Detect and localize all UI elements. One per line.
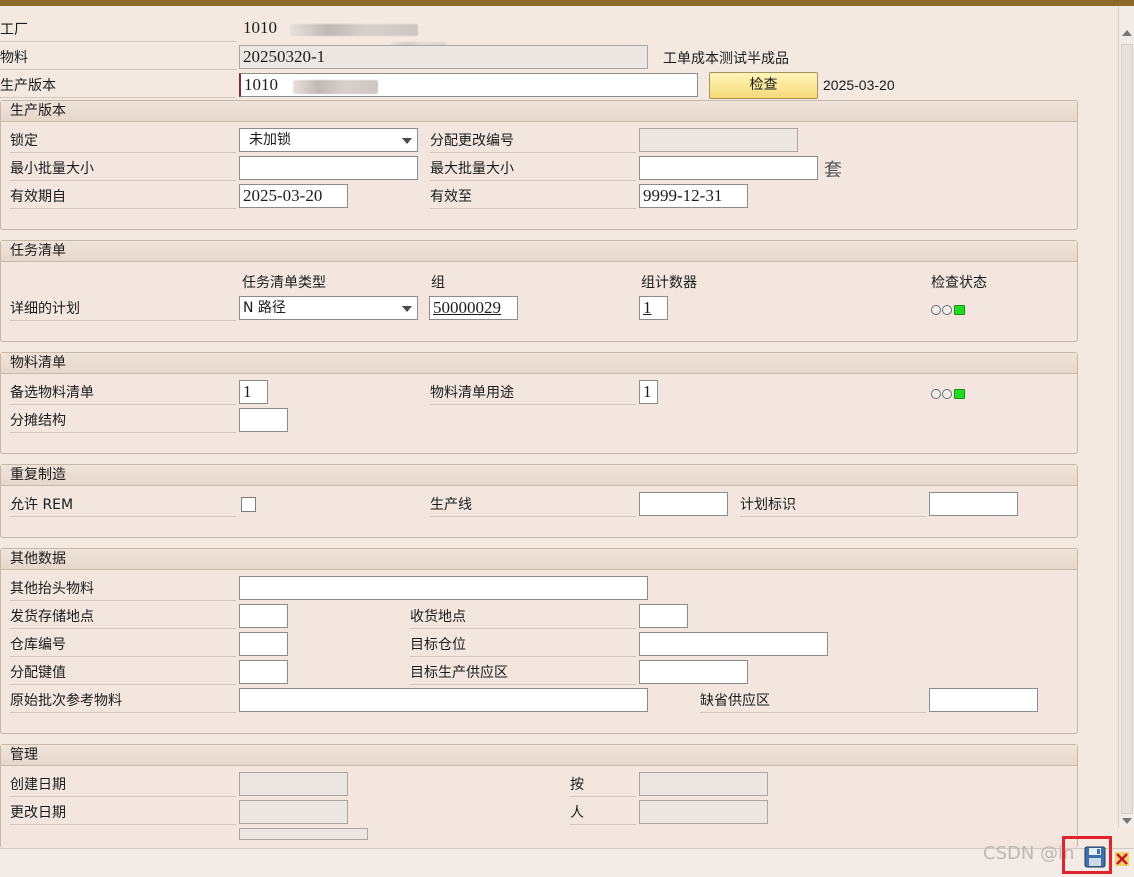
change-number-field	[639, 128, 798, 152]
other-header-material-label: 其他抬头物料	[10, 576, 236, 601]
check-status-header: 检查状态	[931, 275, 987, 291]
allow-rem-label: 允许 REM	[10, 492, 236, 517]
material-label: 物料	[0, 45, 236, 70]
cancel-icon[interactable]	[1114, 850, 1130, 868]
group-field[interactable]: 50000029	[429, 296, 518, 320]
light-off-icon	[942, 305, 952, 315]
detailed-plan-label: 详细的计划	[10, 296, 236, 321]
target-bin-label: 目标仓位	[410, 632, 636, 657]
status-bar	[0, 848, 1134, 877]
material-field: 20250320-1	[239, 45, 648, 69]
task-list-type-header: 任务清单类型	[242, 275, 326, 291]
valid-to-label: 有效至	[430, 184, 636, 209]
chevron-down-icon	[402, 138, 412, 144]
receiving-point-field[interactable]	[639, 604, 688, 628]
default-supply-area-field[interactable]	[929, 688, 1038, 712]
group-header: 组	[431, 275, 445, 291]
production-line-field[interactable]	[639, 492, 728, 516]
valid-from-label: 有效期自	[10, 184, 236, 209]
apportion-label: 分摊结构	[10, 408, 236, 433]
changed-by-label: 人	[570, 800, 636, 825]
production-version-group-title: 生产版本	[1, 101, 1077, 122]
task-list-type-select[interactable]: N 路径	[239, 296, 418, 320]
allow-rem-checkbox[interactable]	[241, 497, 256, 512]
check-date: 2025-03-20	[823, 77, 895, 93]
plan-id-label: 计划标识	[740, 492, 926, 517]
plant-label: 工厂	[0, 17, 236, 42]
bom-status-lights-icon	[931, 389, 967, 400]
alt-bom-field[interactable]: 1	[239, 380, 268, 404]
target-supply-area-label: 目标生产供应区	[410, 660, 636, 685]
task-list-group-title: 任务清单	[1, 241, 1077, 262]
plant-name-redacted	[290, 24, 418, 36]
scroll-down-icon[interactable]	[1122, 818, 1132, 824]
lock-label: 锁定	[10, 128, 236, 153]
apportion-field[interactable]	[239, 408, 288, 432]
change-number-label: 分配更改编号	[430, 128, 636, 153]
warehouse-number-field[interactable]	[239, 632, 288, 656]
light-green-icon	[954, 389, 965, 399]
target-supply-area-field[interactable]	[639, 660, 748, 684]
created-date-field	[239, 772, 348, 796]
task-list-group: 任务清单	[0, 240, 1078, 342]
vertical-scrollbar[interactable]	[1118, 6, 1134, 828]
version-name-redacted	[293, 80, 378, 94]
admin-group-title: 管理	[1, 745, 1077, 766]
default-supply-area-label: 缺省供应区	[700, 688, 926, 713]
original-batch-material-label: 原始批次参考物料	[10, 688, 236, 713]
scroll-up-icon[interactable]	[1122, 30, 1132, 36]
valid-to-field[interactable]: 9999-12-31	[639, 184, 748, 208]
issue-storage-location-label: 发货存储地点	[10, 604, 236, 629]
changed-by-field	[639, 800, 768, 824]
bom-group-title: 物料清单	[1, 353, 1077, 374]
created-by-field	[639, 772, 768, 796]
bom-usage-field[interactable]: 1	[639, 380, 658, 404]
window-top-border	[0, 0, 1134, 6]
created-date-label: 创建日期	[10, 772, 236, 797]
watermark-text: CSDN @in	[983, 843, 1075, 864]
original-batch-material-field[interactable]	[239, 688, 648, 712]
max-lot-label: 最大批量大小	[430, 156, 636, 181]
plant-value: 1010	[243, 18, 277, 37]
rem-group-title: 重复制造	[1, 465, 1077, 486]
production-line-label: 生产线	[430, 492, 636, 517]
min-lot-label: 最小批量大小	[10, 156, 236, 181]
issue-storage-location-field[interactable]	[239, 604, 288, 628]
unit-label: 套	[824, 160, 842, 181]
light-off-icon	[931, 389, 941, 399]
light-off-icon	[931, 305, 941, 315]
lock-select[interactable]: 未加锁	[239, 128, 418, 152]
other-header-material-field[interactable]	[239, 576, 648, 600]
valid-from-field[interactable]: 2025-03-20	[239, 184, 348, 208]
changed-date-field	[239, 800, 348, 824]
other-data-group-title: 其他数据	[1, 549, 1077, 570]
max-lot-field[interactable]	[639, 156, 818, 180]
light-off-icon	[942, 389, 952, 399]
bom-usage-label: 物料清单用途	[430, 380, 636, 405]
cut-off-field	[239, 828, 368, 840]
group-counter-field[interactable]: 1	[639, 296, 668, 320]
min-lot-field[interactable]	[239, 156, 418, 180]
warehouse-number-label: 仓库编号	[10, 632, 236, 657]
group-counter-header: 组计数器	[641, 275, 697, 291]
check-button[interactable]: 检查	[709, 72, 818, 99]
distribution-key-field[interactable]	[239, 660, 288, 684]
plan-id-field[interactable]	[929, 492, 1018, 516]
scrollbar-thumb[interactable]	[1121, 44, 1133, 814]
task-list-status-lights-icon	[931, 305, 967, 316]
alt-bom-label: 备选物料清单	[10, 380, 236, 405]
target-bin-field[interactable]	[639, 632, 828, 656]
chevron-down-icon	[402, 306, 412, 312]
material-description: 工单成本测试半成品	[663, 51, 789, 67]
light-green-icon	[954, 305, 965, 315]
created-by-label: 按	[570, 772, 636, 797]
distribution-key-label: 分配键值	[10, 660, 236, 685]
receiving-point-label: 收货地点	[410, 604, 636, 629]
changed-date-label: 更改日期	[10, 800, 236, 825]
save-icon[interactable]	[1084, 846, 1106, 868]
version-label: 生产版本	[0, 73, 236, 98]
